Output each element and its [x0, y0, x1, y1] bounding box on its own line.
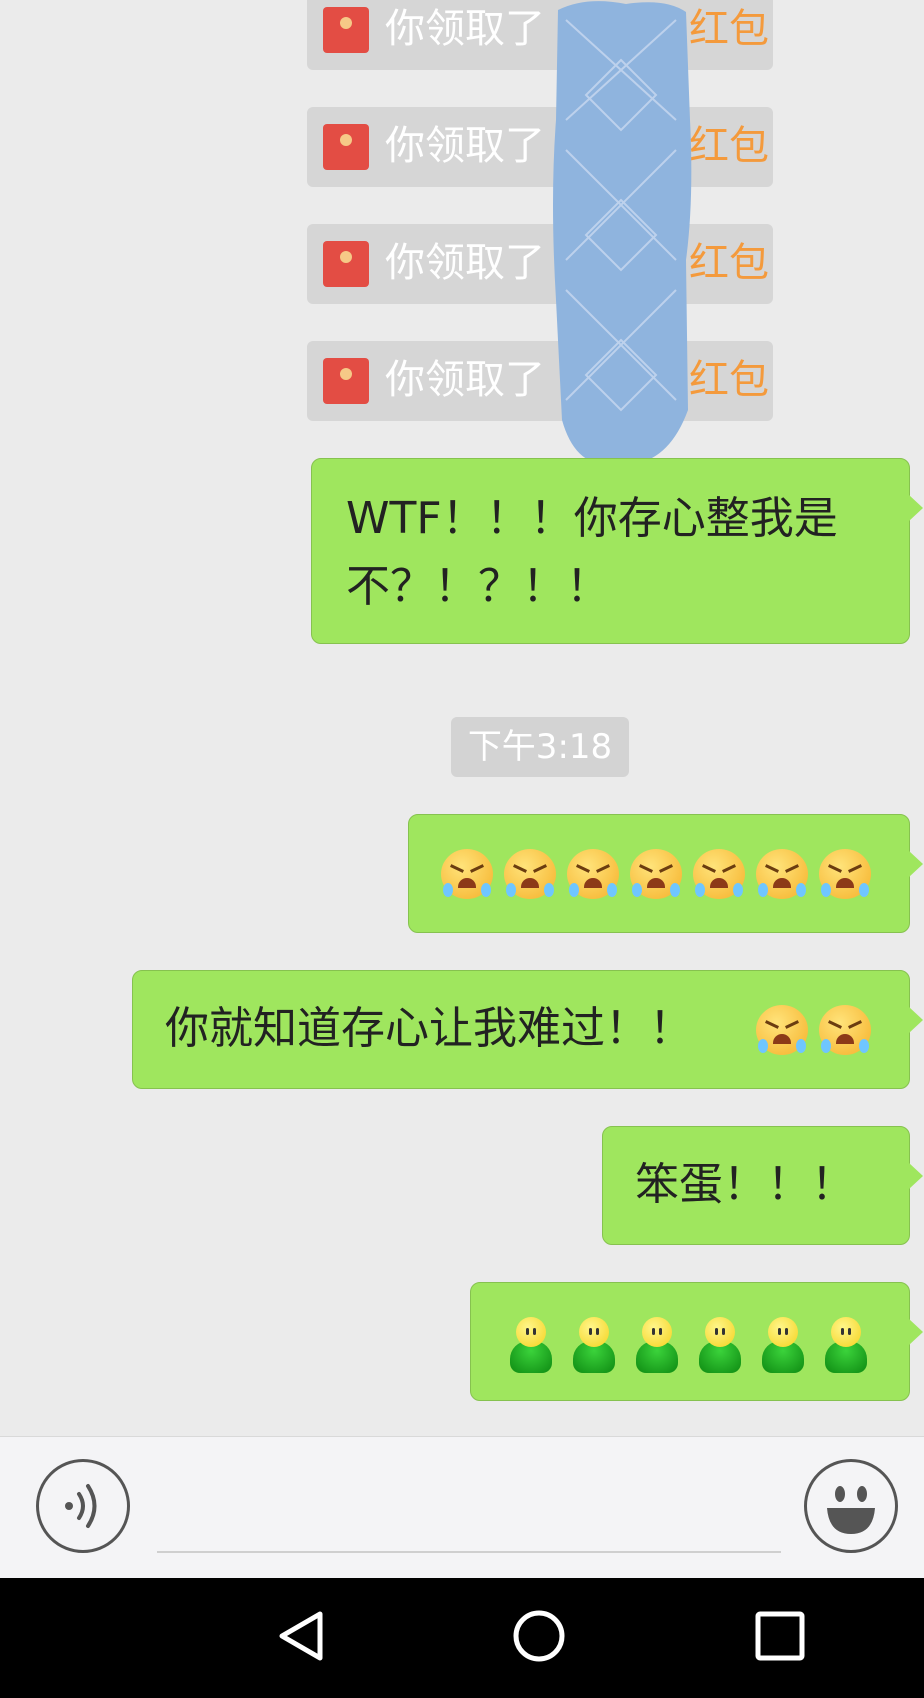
message-text: 你就知道存心让我难过！！	[165, 1003, 693, 1054]
crying-face-icon	[756, 849, 808, 901]
red-packet-link[interactable]: 红包	[689, 238, 769, 288]
timestamp: 下午3:18	[451, 717, 629, 777]
red-packet-icon	[323, 7, 369, 53]
notice-text: 你领取了	[385, 123, 545, 169]
smiley-icon	[827, 1486, 875, 1534]
crying-face-icon	[504, 849, 556, 901]
emoji-button[interactable]	[804, 1459, 898, 1553]
red-packet-notice[interactable]: 你领取了 红包	[307, 107, 773, 187]
green-doll-icon	[630, 1317, 682, 1375]
green-doll-icon	[819, 1317, 871, 1375]
red-packet-notice[interactable]: 你领取了 红包	[307, 0, 773, 70]
crying-face-icon	[819, 1005, 871, 1057]
red-packet-link[interactable]: 红包	[689, 4, 769, 54]
message-bubble[interactable]: 笨蛋！！！	[602, 1126, 923, 1245]
red-packet-icon	[323, 358, 369, 404]
message-bubble[interactable]: WTF！！！你存心整我是 不？！？！！	[311, 458, 923, 644]
chat-area[interactable]: 你领取了 红包 你领取了 红包 你领取了 红包 你领取了 红包 WTF！！！你存…	[0, 0, 924, 1436]
input-bar	[0, 1436, 924, 1578]
red-packet-icon	[323, 241, 369, 287]
message-bubble[interactable]	[470, 1282, 923, 1401]
crying-face-icon	[693, 849, 745, 901]
message-text: 笨蛋！！！	[635, 1159, 855, 1210]
message-bubble[interactable]	[408, 814, 923, 933]
red-packet-link[interactable]: 红包	[689, 355, 769, 405]
notice-text: 你领取了	[385, 357, 545, 403]
crying-face-icon	[630, 849, 682, 901]
green-doll-icon	[693, 1317, 745, 1375]
recent-square-icon[interactable]	[750, 1606, 810, 1666]
green-doll-icon	[504, 1317, 556, 1375]
message-bubble[interactable]: 你就知道存心让我难过！！	[132, 970, 923, 1089]
back-triangle-icon[interactable]	[272, 1606, 332, 1666]
red-packet-link[interactable]: 红包	[689, 121, 769, 171]
notice-text: 你领取了	[385, 6, 545, 52]
notice-text: 你领取了	[385, 240, 545, 286]
red-packet-notice[interactable]: 你领取了 红包	[307, 224, 773, 304]
crying-face-icon	[567, 849, 619, 901]
red-packet-notice[interactable]: 你领取了 红包	[307, 341, 773, 421]
crying-face-icon	[441, 849, 493, 901]
message-text: WTF！！！你存心整我是	[346, 493, 838, 544]
message-input[interactable]	[157, 1551, 781, 1553]
redaction-mark	[553, 1, 692, 465]
green-doll-icon	[756, 1317, 808, 1375]
system-nav-bar	[0, 1578, 924, 1698]
crying-face-icon	[756, 1005, 808, 1057]
voice-icon	[65, 1484, 97, 1528]
red-packet-icon	[323, 124, 369, 170]
voice-button[interactable]	[36, 1459, 130, 1553]
green-doll-icon	[567, 1317, 619, 1375]
crying-face-icon	[819, 849, 871, 901]
home-circle-icon[interactable]	[509, 1606, 569, 1666]
message-text: 不？！？！！	[346, 561, 610, 612]
